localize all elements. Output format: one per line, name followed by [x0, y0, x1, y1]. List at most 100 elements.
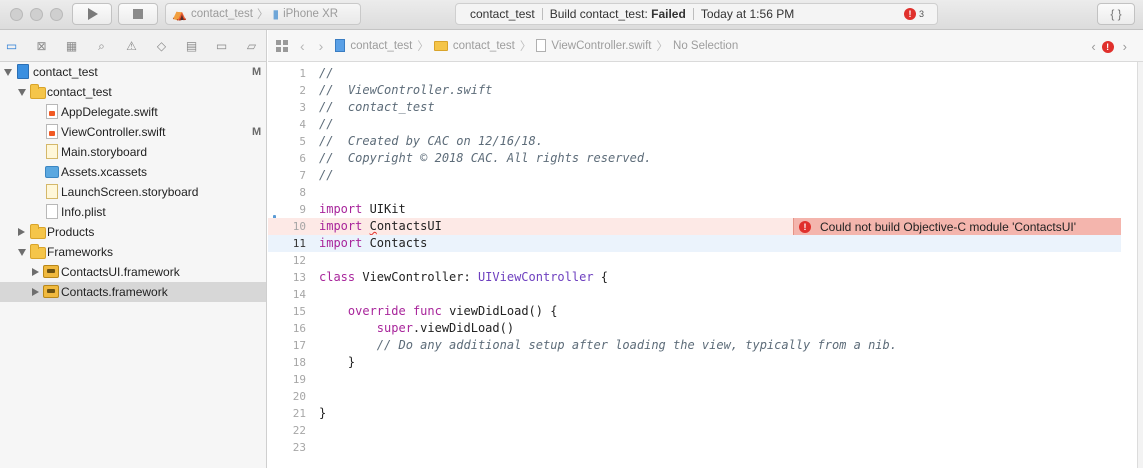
- scheme-selector[interactable]: ⛺ contact_test 〉 ▮ iPhone XR: [165, 3, 361, 25]
- forward-arrow-icon[interactable]: ›: [319, 38, 324, 54]
- previous-issue-icon[interactable]: ‹: [1091, 39, 1095, 54]
- code-line: 2 // ViewController.swift: [268, 82, 1121, 99]
- tree-item-project[interactable]: contact_test M: [0, 62, 266, 82]
- report-icon[interactable]: ▱: [244, 39, 259, 53]
- code-line: 17 // Do any additional setup after load…: [268, 337, 1121, 354]
- tree-item-file[interactable]: Assets.xcassets: [0, 162, 266, 182]
- line-number: 3: [299, 101, 306, 114]
- run-button[interactable]: [72, 3, 112, 25]
- breadcrumb-file[interactable]: ViewController.swift: [551, 40, 651, 52]
- breadcrumb-group[interactable]: contact_test: [453, 40, 515, 52]
- line-number: 7: [299, 169, 306, 182]
- line-number: 14: [292, 288, 306, 301]
- line-number: 4: [299, 118, 306, 131]
- navigator-tab-bar: ▭ ⊠ ▦ ⌕ ⚠ ◇ ▤ ▭ ▱: [0, 30, 267, 62]
- line-number: 1: [299, 67, 306, 80]
- source-editor[interactable]: 1 // 2 // ViewController.swift 3 // contact…: [268, 62, 1137, 468]
- tree-item-file[interactable]: AppDelegate.swift: [0, 102, 266, 122]
- source-control-icon[interactable]: ⊠: [34, 39, 49, 53]
- folder-icon: [433, 40, 448, 51]
- tree-item-label: Info.plist: [61, 205, 106, 219]
- code-line-error: 10 import ContactsUI ! Could not build Ob…: [268, 218, 1121, 235]
- swift-file-icon: [46, 124, 58, 139]
- error-icon: !: [904, 8, 916, 20]
- tree-item-file[interactable]: Main.storyboard: [0, 142, 266, 162]
- error-squiggle: C: [369, 219, 377, 233]
- breadcrumb-selection[interactable]: No Selection: [673, 40, 738, 52]
- tree-item-label: Contacts.framework: [61, 285, 168, 299]
- stop-icon: [133, 9, 143, 19]
- disclosure-open-icon[interactable]: [4, 69, 12, 76]
- activity-status-label: Build contact_test: Failed: [550, 7, 686, 21]
- code-brace: {: [593, 270, 608, 284]
- tree-item-group[interactable]: Products: [0, 222, 266, 242]
- code-line: 4 //: [268, 116, 1121, 133]
- back-arrow-icon[interactable]: ‹: [300, 38, 305, 54]
- tree-item-label: Assets.xcassets: [61, 165, 148, 179]
- tree-item-label: Products: [47, 225, 95, 239]
- tree-item-file[interactable]: Info.plist: [0, 202, 266, 222]
- hierarchy-icon[interactable]: ▦: [64, 39, 79, 53]
- code-line: 22: [268, 422, 1121, 439]
- activity-view[interactable]: contact_test Build contact_test: Failed …: [455, 3, 938, 25]
- code-line: 20: [268, 388, 1121, 405]
- activity-project-label: contact_test: [470, 7, 535, 21]
- project-icon: [335, 39, 346, 52]
- chevron-right-icon: 〉: [519, 40, 532, 53]
- tree-item-group[interactable]: Frameworks: [0, 242, 266, 262]
- tree-item-label: AppDelegate.swift: [61, 105, 158, 119]
- test-icon[interactable]: ◇: [154, 39, 169, 53]
- tree-item-file[interactable]: ViewController.swift M: [0, 122, 266, 142]
- code-review-button[interactable]: { }: [1097, 3, 1135, 25]
- disclosure-open-icon[interactable]: [18, 249, 26, 256]
- tree-item-label: ContactsUI.framework: [61, 265, 180, 279]
- search-icon[interactable]: ⌕: [94, 39, 109, 53]
- minimize-window-button[interactable]: [30, 8, 43, 21]
- breakpoint-icon[interactable]: ▭: [214, 39, 229, 53]
- next-issue-icon[interactable]: ›: [1123, 39, 1127, 54]
- disclosure-closed-icon[interactable]: [32, 288, 39, 296]
- code-line: 12: [268, 252, 1121, 269]
- zoom-window-button[interactable]: [50, 8, 63, 21]
- code-line: 9 import UIKit: [268, 201, 1121, 218]
- line-number: 8: [299, 186, 306, 199]
- code-line: 8: [268, 184, 1121, 201]
- code-line: 23: [268, 439, 1121, 456]
- framework-icon: [43, 265, 59, 278]
- tree-item-framework[interactable]: ContactsUI.framework: [0, 262, 266, 282]
- storyboard-icon: [46, 184, 58, 199]
- error-icon[interactable]: !: [1101, 40, 1114, 53]
- disclosure-closed-icon[interactable]: [18, 228, 25, 236]
- related-items-icon[interactable]: [276, 39, 288, 52]
- tree-item-framework[interactable]: Contacts.framework: [0, 282, 266, 302]
- editor-minimap-strip[interactable]: [1137, 62, 1143, 468]
- swift-file-icon: [536, 39, 547, 52]
- disclosure-open-icon[interactable]: [18, 89, 26, 96]
- line-number: 16: [292, 322, 306, 335]
- warning-icon[interactable]: ⚠: [124, 39, 139, 53]
- tree-item-file[interactable]: LaunchScreen.storyboard: [0, 182, 266, 202]
- line-number: 15: [292, 305, 306, 318]
- line-number: 12: [292, 254, 306, 267]
- error-count-label: 3: [919, 9, 925, 19]
- error-count-badge[interactable]: ! 3: [904, 8, 924, 20]
- tree-item-group[interactable]: contact_test: [0, 82, 266, 102]
- modified-flag: M: [252, 66, 262, 78]
- debug-icon[interactable]: ▤: [184, 39, 199, 53]
- breadcrumb-project[interactable]: contact_test: [350, 40, 412, 52]
- code-text: // ViewController.swift: [319, 83, 493, 97]
- chevron-right-icon: 〉: [656, 40, 669, 53]
- project-icon: [17, 64, 29, 79]
- scheme-target-label: contact_test: [190, 8, 253, 20]
- keyword: super: [376, 321, 413, 335]
- disclosure-closed-icon[interactable]: [32, 268, 39, 276]
- code-text: }: [319, 355, 356, 369]
- error-annotation[interactable]: ! Could not build Objective-C module 'Co…: [793, 218, 1121, 235]
- folder-icon[interactable]: ▭: [4, 39, 19, 53]
- close-window-button[interactable]: [10, 8, 23, 21]
- stop-button[interactable]: [118, 3, 158, 25]
- code-text: //: [319, 117, 334, 131]
- line-number: 22: [292, 424, 306, 437]
